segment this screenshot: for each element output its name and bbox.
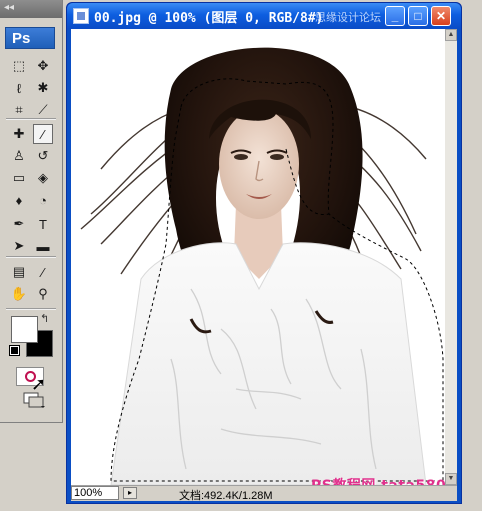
scroll-down-icon[interactable]: ▼ — [445, 473, 457, 485]
pen-tool-icon[interactable]: ✒ — [9, 214, 29, 234]
scroll-up-icon[interactable]: ▲ — [445, 29, 457, 41]
crop-tool-icon[interactable]: ⌗ — [9, 100, 29, 120]
default-colors-icon[interactable] — [9, 345, 20, 356]
swap-colors-icon[interactable]: ↰ — [40, 312, 49, 325]
foreground-color-swatch[interactable] — [11, 316, 38, 343]
brush-tool-icon[interactable]: ∕ — [33, 124, 53, 144]
healing-brush-tool-icon[interactable]: ✚ — [9, 124, 29, 144]
close-icon: ✕ — [435, 9, 447, 23]
lasso-tool-icon[interactable]: ℓ — [9, 78, 29, 98]
zoom-input[interactable]: 100% — [71, 486, 119, 500]
document-canvas[interactable]: PS教程网 tata580.com — [71, 29, 445, 485]
magic-wand-tool-icon[interactable]: ✱ — [33, 78, 53, 98]
toolbox-divider — [6, 308, 56, 310]
eyedropper-tool-icon[interactable]: ⁄ — [33, 262, 53, 282]
tools-panel-titlebar[interactable]: ◂◂ — [0, 0, 62, 18]
minimize-button[interactable]: _ — [385, 6, 405, 26]
minimize-icon: _ — [391, 9, 399, 23]
eraser-tool-icon[interactable]: ▭ — [9, 168, 29, 188]
status-menu-icon[interactable]: ▸ — [123, 487, 137, 499]
document-icon — [73, 8, 89, 24]
toolbox-divider — [6, 118, 56, 120]
rectangle-tool-icon[interactable]: ▬ — [33, 236, 53, 256]
dodge-tool-icon[interactable]: ◔ — [33, 190, 53, 210]
toolbox-divider — [6, 256, 56, 258]
path-selection-tool-icon[interactable]: ➤ — [9, 236, 29, 256]
history-brush-tool-icon[interactable]: ↺ — [33, 146, 53, 166]
blur-tool-icon[interactable]: ♦ — [9, 190, 29, 210]
white-shirt — [110, 242, 427, 485]
watermark-text: PS教程网 tata580.com — [311, 475, 445, 485]
maximize-button[interactable]: □ — [408, 6, 428, 26]
photo-image — [71, 29, 445, 485]
maximize-icon: □ — [414, 9, 422, 23]
slice-tool-icon[interactable]: ⟋ — [33, 100, 53, 120]
notes-tool-icon[interactable]: ▤ — [9, 262, 29, 282]
zoom-tool-icon[interactable]: ⚲ — [33, 284, 53, 304]
marquee-tool-icon[interactable]: ⬚ — [9, 56, 29, 76]
paint-bucket-tool-icon[interactable]: ◈ — [33, 168, 53, 188]
title-watermark: 思缘设计论坛 — [315, 12, 381, 24]
document-titlebar[interactable]: 00.jpg @ 100% (图层 0, RGB/8#) 思缘设计论坛 _ □ … — [67, 3, 461, 29]
document-size: 文档:492.4K/1.28M — [179, 490, 273, 502]
close-button[interactable]: ✕ — [431, 6, 451, 26]
clone-stamp-tool-icon[interactable]: ♙ — [9, 146, 29, 166]
status-bar: 100% ▸ 文档:492.4K/1.28M — [71, 485, 457, 502]
tools-panel: ◂◂ Ps ⬚ ✥ ℓ ✱ ⌗ ⟋ ✚ ∕ ♙ ↺ ▭ ◈ ♦ ◔ ✒ T ➤ ▬ ▤ ⁄ ✋ ⚲ ↰ ➚ — [0, 0, 63, 423]
document-window: 00.jpg @ 100% (图层 0, RGB/8#) 思缘设计论坛 _ □ … — [66, 2, 462, 504]
collapse-panel-icon[interactable]: ◂◂ — [4, 2, 14, 13]
screen-mode-icon[interactable] — [22, 391, 46, 409]
hand-tool-icon[interactable]: ✋ — [9, 284, 29, 304]
type-tool-icon[interactable]: T — [33, 214, 53, 234]
move-tool-icon[interactable]: ✥ — [33, 56, 53, 76]
vertical-scrollbar[interactable]: ▲ ▼ — [445, 29, 457, 485]
photoshop-logo[interactable]: Ps — [5, 27, 55, 49]
